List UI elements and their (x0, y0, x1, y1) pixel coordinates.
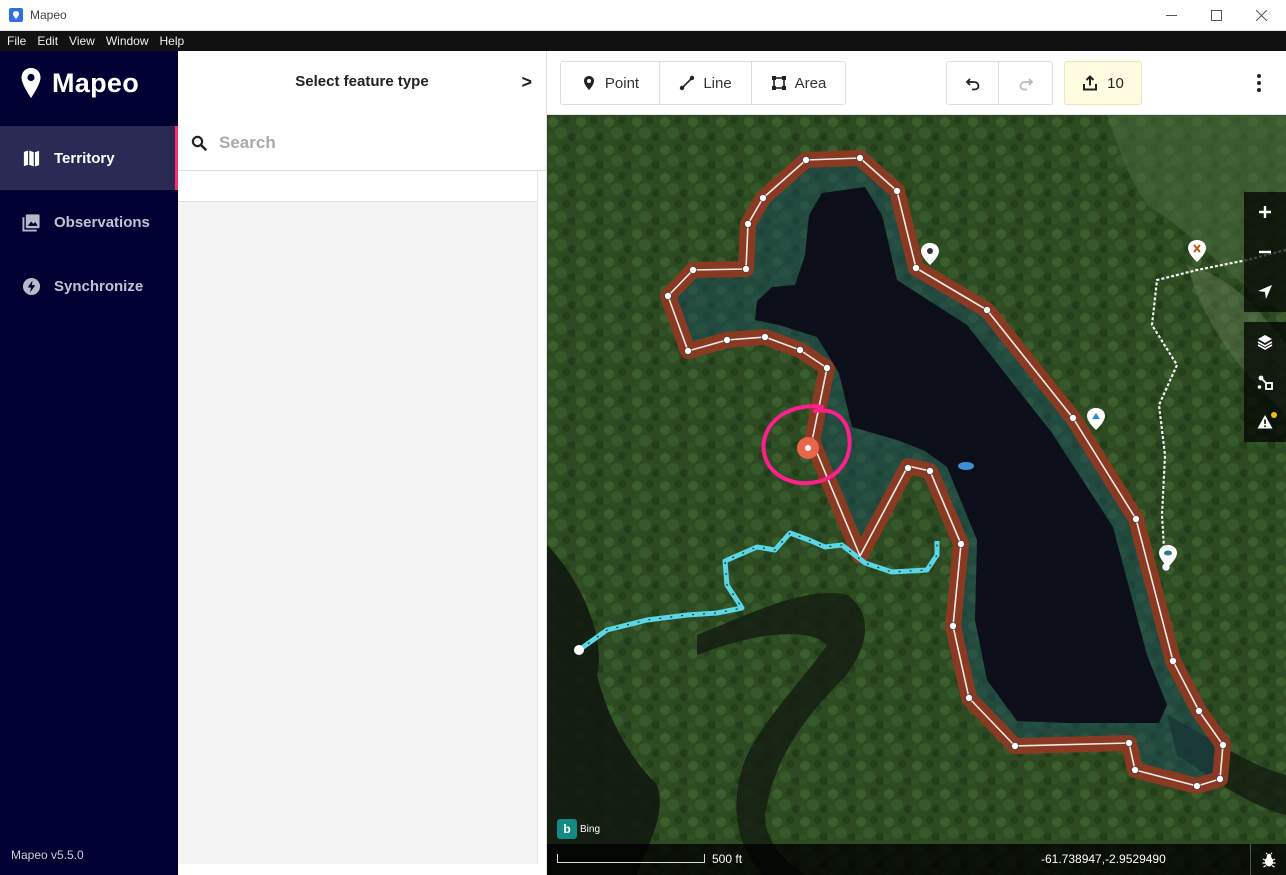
app-icon (9, 8, 23, 22)
history-group (946, 61, 1053, 105)
sync-button[interactable]: 10 (1064, 61, 1142, 105)
map-toolbar: Point Line Area 10 (547, 51, 1286, 115)
menu-help[interactable]: Help (156, 34, 189, 48)
zoom-in-icon[interactable] (1244, 192, 1286, 232)
maximize-button[interactable] (1193, 0, 1239, 31)
line-button[interactable]: Line (660, 62, 752, 104)
menu-bar: File Edit View Window Help (0, 31, 1286, 51)
sync-count: 10 (1107, 74, 1124, 92)
minimize-button[interactable] (1148, 0, 1194, 31)
area-button[interactable]: Area (752, 62, 845, 104)
layers-icon[interactable] (1244, 322, 1286, 362)
scale-label: 500 ft (712, 852, 743, 866)
feature-list-header (178, 171, 538, 202)
map-icon (21, 148, 41, 168)
undo-button[interactable] (947, 62, 999, 104)
issues-icon[interactable] (1244, 402, 1286, 442)
sidebar-item-territory[interactable]: Territory (0, 126, 178, 190)
close-button[interactable] (1238, 0, 1284, 31)
panel-title: Select feature type (295, 73, 429, 90)
logo: Mapeo (20, 67, 139, 99)
area-icon (771, 76, 786, 90)
locate-icon[interactable] (1244, 272, 1286, 312)
sidebar-item-label: Synchronize (54, 277, 144, 295)
bug-icon[interactable] (1250, 844, 1286, 875)
line-label: Line (703, 74, 732, 92)
menu-view[interactable]: View (65, 34, 99, 48)
area-label: Area (794, 74, 827, 92)
logo-text: Mapeo (52, 67, 140, 98)
next-button[interactable]: > (521, 72, 532, 93)
measure-icon[interactable] (1244, 362, 1286, 402)
map-view[interactable]: b Bing 500 ft -61.738947,-2.9529490 (547, 115, 1286, 875)
map-footer: 500 ft -61.738947,-2.9529490 (547, 844, 1286, 875)
redo-button[interactable] (999, 62, 1052, 104)
point-icon (583, 76, 594, 90)
more-options-icon[interactable] (1254, 71, 1264, 95)
search-icon (191, 135, 207, 151)
map-tools (1244, 322, 1286, 442)
redo-icon (1019, 78, 1033, 91)
search-bar (178, 115, 546, 171)
window-title: Mapeo (30, 8, 67, 22)
satellite-map[interactable] (547, 115, 1286, 875)
point-button[interactable]: Point (561, 62, 660, 104)
feature-list[interactable] (178, 202, 538, 864)
zoom-controls (1244, 192, 1286, 312)
menu-edit[interactable]: Edit (33, 34, 62, 48)
issues-badge (1271, 412, 1277, 418)
attribution-text: Bing (580, 823, 601, 835)
search-input[interactable] (219, 132, 519, 153)
undo-icon (965, 78, 979, 91)
version-label: Mapeo v5.5.0 (11, 848, 84, 862)
point-label: Point (604, 74, 640, 92)
sidebar-item-observations[interactable]: Observations (0, 190, 178, 254)
title-bar: Mapeo (0, 0, 1286, 31)
bing-logo-icon: b (557, 819, 577, 839)
scale-bar (557, 854, 705, 863)
menu-window[interactable]: Window (102, 34, 153, 48)
zoom-out-icon[interactable] (1244, 232, 1286, 272)
sidebar-item-label: Observations (54, 213, 150, 231)
draw-mode-group: Point Line Area (560, 61, 846, 105)
bolt-icon (21, 276, 41, 296)
sidebar: Mapeo Territory Observations Synchronize… (0, 51, 178, 875)
sidebar-item-synchronize[interactable]: Synchronize (0, 254, 178, 318)
menu-file[interactable]: File (3, 34, 30, 48)
panel-header: Select feature type > (178, 51, 546, 115)
line-icon (680, 75, 695, 91)
feature-type-panel: Select feature type > (178, 51, 547, 875)
scrollbar[interactable] (537, 171, 546, 864)
upload-icon (1083, 75, 1098, 91)
photos-icon (21, 212, 41, 232)
bing-attribution: b Bing (557, 819, 600, 839)
sidebar-item-label: Territory (54, 149, 115, 167)
coordinates-readout: -61.738947,-2.9529490 (1041, 852, 1166, 866)
pin-icon (21, 68, 41, 98)
